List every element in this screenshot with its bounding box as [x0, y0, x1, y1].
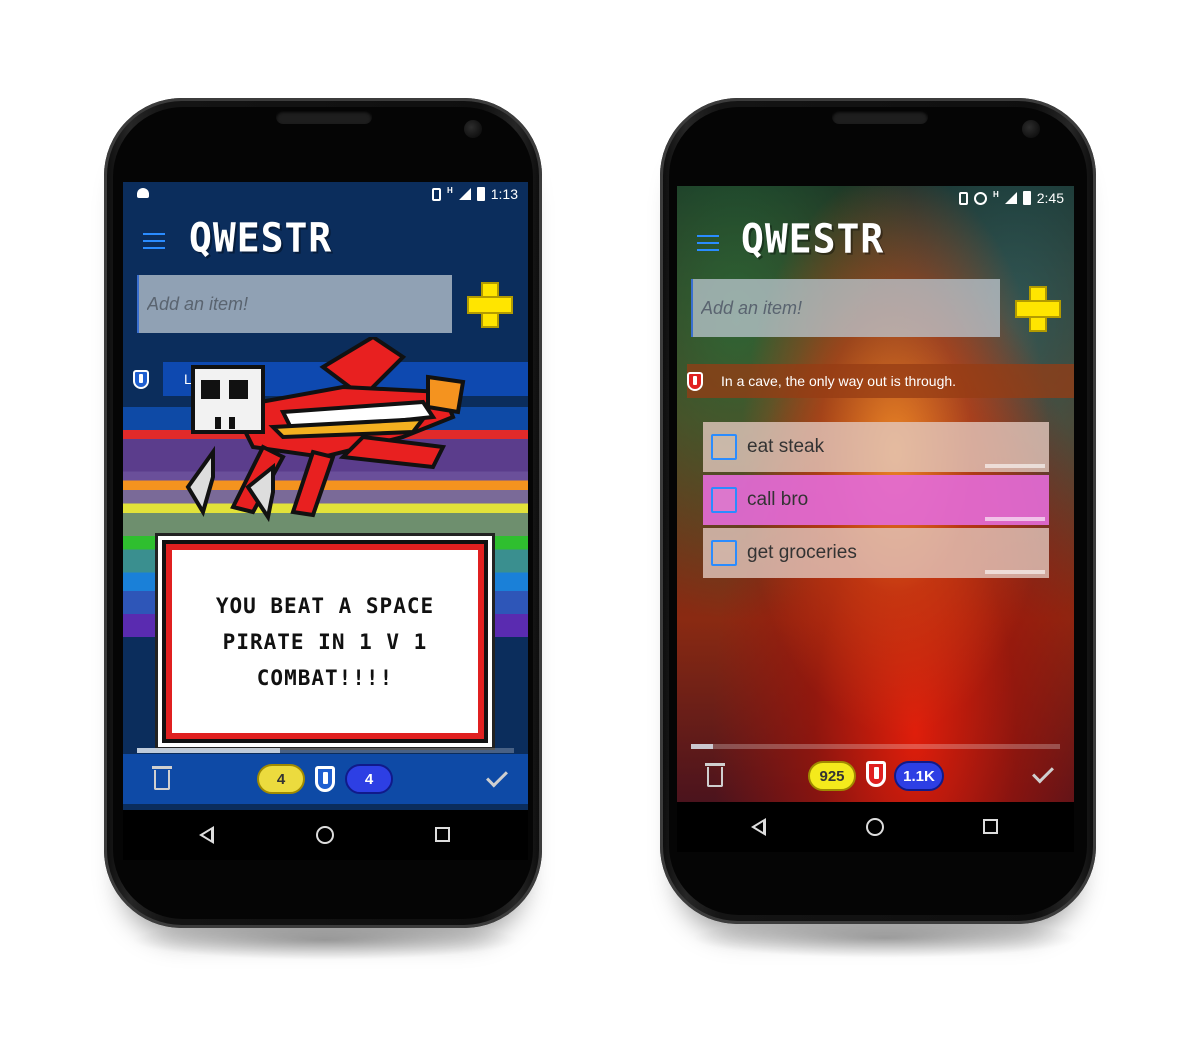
xp-counter: 4 — [345, 764, 393, 794]
xp-count: 1.1K — [903, 767, 935, 785]
bottom-bar: 925 1.1K — [677, 751, 1074, 801]
back-icon[interactable] — [199, 826, 214, 844]
trash-icon[interactable] — [705, 763, 725, 787]
alarm-icon — [973, 191, 987, 205]
add-item-input[interactable] — [137, 275, 452, 333]
quest-text: In a cave, the only way out is through. — [721, 373, 957, 389]
shield-icon — [315, 766, 335, 792]
recents-icon[interactable] — [983, 819, 998, 834]
xp-progress-bar — [691, 744, 1060, 749]
app-screen-left: H 1:13 QWESTR Lost i — [123, 182, 528, 860]
list-item[interactable]: eat steak — [703, 422, 1049, 472]
task-checkbox[interactable] — [711, 487, 737, 513]
gold-count: 4 — [276, 770, 286, 788]
bottom-bar: 4 4 — [123, 754, 528, 804]
signal-icon — [458, 188, 471, 200]
android-icon — [137, 188, 149, 198]
task-checkbox[interactable] — [711, 540, 737, 566]
list-item[interactable]: call bro — [703, 475, 1049, 525]
trash-icon[interactable] — [152, 766, 172, 790]
xp-progress-bar — [137, 748, 514, 753]
app-screen-right: H 2:45 QWESTR In a cave, the only way ou… — [677, 186, 1074, 852]
space-pirate-sprite — [185, 337, 466, 523]
app-bar: QWESTR — [123, 208, 528, 268]
back-icon[interactable] — [751, 818, 766, 836]
status-bar: H 1:13 — [123, 182, 528, 207]
battery-icon — [476, 187, 485, 201]
gold-count: 925 — [819, 767, 845, 785]
app-logo: QWESTR — [741, 215, 885, 263]
shield-icon — [866, 761, 886, 787]
add-item-button[interactable] — [1013, 284, 1063, 334]
list-item[interactable]: get groceries — [703, 528, 1049, 578]
battery-icon — [1022, 191, 1031, 205]
vibrate-icon — [958, 191, 968, 205]
quest-row[interactable]: In a cave, the only way out is through. — [687, 364, 1074, 398]
recents-icon[interactable] — [435, 827, 450, 842]
network-type-icon: H — [446, 185, 453, 195]
task-label: eat steak — [747, 436, 825, 457]
status-bar: H 2:45 — [677, 186, 1074, 211]
status-time: 1:13 — [490, 186, 518, 202]
navigation-bar — [123, 810, 528, 860]
check-icon[interactable] — [1032, 761, 1054, 784]
task-label: get groceries — [747, 542, 857, 563]
gold-counter: 925 — [808, 761, 856, 791]
task-checkbox[interactable] — [711, 434, 737, 460]
home-icon[interactable] — [866, 818, 884, 836]
gold-counter: 4 — [257, 764, 305, 794]
navigation-bar — [677, 802, 1074, 852]
task-label: call bro — [747, 489, 809, 510]
add-item-input[interactable] — [691, 279, 1000, 337]
dialog-message: YOU BEAT A SPACE PIRATE IN 1 V 1 COMBAT!… — [215, 593, 435, 690]
shield-icon — [687, 371, 703, 391]
home-icon[interactable] — [316, 826, 334, 844]
menu-icon[interactable] — [697, 235, 719, 251]
app-bar: QWESTR — [677, 211, 1074, 271]
task-list: eat steak call bro get groceries — [703, 422, 1049, 578]
signal-icon — [1004, 192, 1017, 204]
vibrate-icon — [431, 187, 441, 201]
achievement-dialog[interactable]: YOU BEAT A SPACE PIRATE IN 1 V 1 COMBAT!… — [162, 540, 488, 743]
check-icon[interactable] — [486, 765, 508, 788]
status-time: 2:45 — [1036, 190, 1064, 206]
add-item-button[interactable] — [465, 280, 515, 330]
xp-counter: 1.1K — [894, 761, 944, 791]
xp-count: 4 — [364, 770, 374, 788]
network-type-icon: H — [992, 189, 999, 199]
app-logo: QWESTR — [189, 214, 333, 262]
menu-icon[interactable] — [143, 233, 165, 249]
shield-icon — [133, 369, 149, 389]
